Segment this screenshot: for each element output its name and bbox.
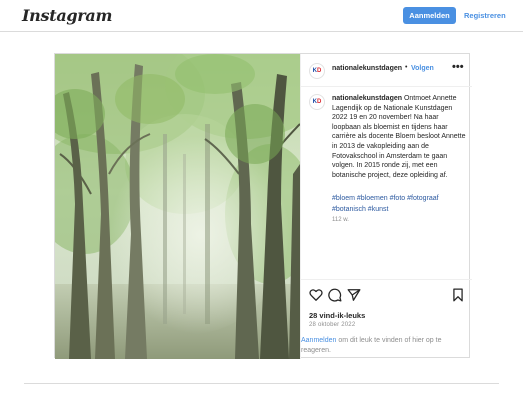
top-bar: Instagram Aanmelden Registreren	[0, 0, 523, 32]
hashtags[interactable]: #bloem #bloemen #foto #fotograaf #botani…	[332, 194, 466, 215]
post-sidebar: KD nationalekunstdagen • Volgen ••• KD n…	[300, 54, 472, 359]
avatar-letter-d: D	[317, 99, 322, 105]
footer-divider	[24, 383, 499, 384]
follow-button[interactable]: Volgen	[411, 65, 434, 72]
post-date: 28 oktober 2022	[309, 322, 356, 328]
caption-age: 112 w.	[332, 217, 349, 223]
signup-link[interactable]: Registreren	[464, 7, 506, 24]
caption-avatar[interactable]: KD	[309, 94, 325, 110]
avatar-letter-d: D	[317, 68, 322, 74]
post-photo[interactable]	[55, 54, 300, 359]
forest-image	[55, 54, 300, 359]
post-card: KD nationalekunstdagen • Volgen ••• KD n…	[54, 53, 472, 359]
post-header: KD nationalekunstdagen • Volgen •••	[301, 54, 472, 87]
bookmark-icon[interactable]	[451, 288, 465, 302]
heart-icon[interactable]	[309, 288, 323, 302]
share-icon[interactable]	[347, 288, 361, 302]
likes-count[interactable]: 28 vind-ik-leuks	[309, 311, 365, 320]
post-caption: nationalekunstdagen Ontmoet Annette Lage…	[332, 94, 466, 180]
comment-icon[interactable]	[328, 288, 342, 302]
separator-dot: •	[405, 64, 408, 71]
caption-text: Ontmoet Annette Lagendijk op de National…	[332, 95, 466, 179]
instagram-logo[interactable]: Instagram	[22, 6, 112, 25]
login-prompt-link[interactable]: Aanmelden	[301, 337, 336, 344]
login-button[interactable]: Aanmelden	[403, 7, 456, 24]
login-prompt: Aanmelden om dit leuk te vinden of hier …	[301, 336, 472, 356]
caption-username[interactable]: nationalekunstdagen	[332, 95, 402, 102]
post-actions: 28 vind-ik-leuks 28 oktober 2022 Aanmeld…	[301, 279, 472, 359]
avatar[interactable]: KD	[309, 63, 325, 79]
more-options-icon[interactable]: •••	[452, 61, 464, 73]
header-username[interactable]: nationalekunstdagen	[332, 65, 402, 72]
